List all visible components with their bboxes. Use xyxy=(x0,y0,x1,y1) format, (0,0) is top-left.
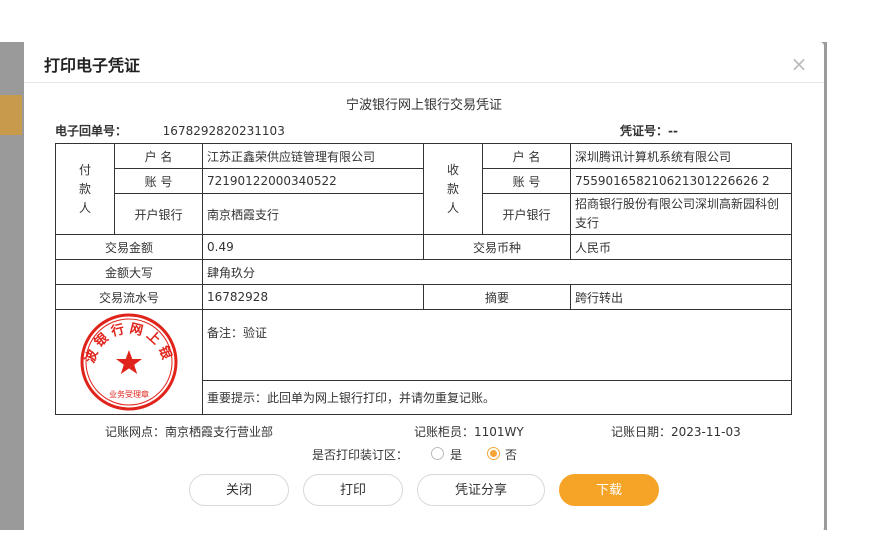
bank-seal: 宁波银行网上银行 业务受理章 xyxy=(77,310,178,411)
currency-label: 交易币种 xyxy=(423,234,571,260)
payer-name-label: 户 名 xyxy=(114,143,203,169)
date-info: 记账日期：2023-11-03 xyxy=(611,425,741,439)
voucher-title: 宁波银行网上银行交易凭证 xyxy=(345,98,502,113)
remark: 备注：验证 xyxy=(202,309,792,381)
radio-no[interactable] xyxy=(487,447,500,460)
voucher-number-label: 凭证号：-- xyxy=(620,124,678,138)
payer-name: 江苏正鑫荣供应链管理有限公司 xyxy=(202,143,424,169)
receipt-number-label: 电子回单号： xyxy=(55,124,128,138)
dialog-title: 打印电子凭证 xyxy=(44,56,141,75)
payer-side-label: 付 款 人 xyxy=(55,143,115,235)
print-bind-label: 是否打印装订区： xyxy=(312,448,409,462)
branch-info: 记账网点：南京栖霞支行营业部 xyxy=(105,425,274,439)
seal-bottom-text: 业务受理章 xyxy=(109,389,149,399)
voucher-number: 凭证号：-- xyxy=(620,122,678,139)
payee-name: 深圳腾讯计算机系统有限公司 xyxy=(570,143,792,169)
notice-text: 重要提示：此回单为网上银行打印，并请勿重复记账。 xyxy=(202,379,792,416)
payer-account: 72190122000340522 xyxy=(202,168,424,194)
radio-yes-label[interactable]: 是 xyxy=(450,446,462,463)
seal-cell: 宁波银行网上银行 业务受理章 xyxy=(55,309,203,415)
payee-bank: 招商银行股份有限公司深圳高新园科创支行 xyxy=(570,193,792,235)
payee-name-label: 户 名 xyxy=(482,143,571,169)
serial-label: 交易流水号 xyxy=(55,284,203,310)
teller-info: 记账柜员：1101WY xyxy=(414,425,524,439)
backdrop-strip xyxy=(0,95,22,135)
radio-yes[interactable] xyxy=(431,447,444,460)
amount-words-value: 肆角玖分 xyxy=(202,259,792,285)
print-voucher-dialog: 打印电子凭证 × 宁波银行网上银行交易凭证 电子回单号： 16782928202… xyxy=(24,42,824,532)
payee-account-label: 账 号 xyxy=(482,168,571,194)
radio-no-label[interactable]: 否 xyxy=(505,446,517,463)
print-button[interactable]: 打印 xyxy=(303,474,403,506)
close-button[interactable]: 关闭 xyxy=(189,474,289,506)
summary-label: 摘要 xyxy=(423,284,571,310)
amount-label: 交易金额 xyxy=(55,234,203,260)
voucher-table: 付 款 人 户 名 江苏正鑫荣供应链管理有限公司 收 款 人 户 名 深圳腾讯计… xyxy=(55,143,792,416)
close-icon[interactable]: × xyxy=(787,52,811,76)
serial-value: 16782928 xyxy=(202,284,424,310)
receipt-number-value: 1678292820231103 xyxy=(162,124,285,138)
payer-bank: 南京栖霞支行 xyxy=(202,193,424,235)
payee-side-label: 收 款 人 xyxy=(423,143,483,235)
download-button[interactable]: 下载 xyxy=(559,474,659,506)
receipt-number: 电子回单号： 1678292820231103 xyxy=(55,122,285,139)
seal-star-icon xyxy=(116,350,142,374)
dialog-header: 打印电子凭证 × xyxy=(24,42,824,83)
payer-bank-label: 开户银行 xyxy=(114,193,203,235)
currency-value: 人民币 xyxy=(570,234,792,260)
summary-value: 跨行转出 xyxy=(570,284,792,310)
amount-words-label: 金额大写 xyxy=(55,259,203,285)
payer-account-label: 账 号 xyxy=(114,168,203,194)
payee-account: 755901658210621301226626 2 xyxy=(570,168,792,194)
payee-bank-label: 开户银行 xyxy=(482,193,571,235)
amount-value: 0.49 xyxy=(202,234,424,260)
share-voucher-button[interactable]: 凭证分享 xyxy=(417,474,545,506)
